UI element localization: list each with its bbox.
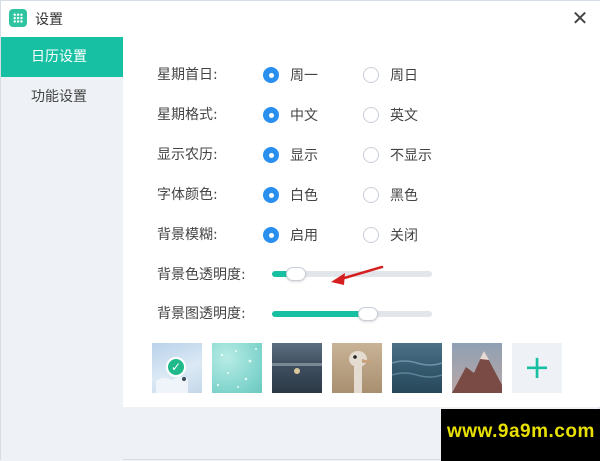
week-format-label: 星期格式: — [157, 107, 218, 123]
radio-english[interactable]: 英文 — [363, 105, 418, 125]
add-background-button[interactable]: + — [512, 343, 562, 393]
radio-unchecked-icon — [363, 147, 379, 163]
lunar-row: 显示农历: 显示 不显示 — [123, 142, 600, 166]
radio-blur-off[interactable]: 关闭 — [363, 225, 418, 245]
radio-black[interactable]: 黑色 — [363, 185, 418, 205]
background-thumb-winter-bird[interactable]: ✓ — [152, 343, 202, 393]
bg-color-opacity-slider[interactable] — [272, 267, 432, 281]
background-thumb-water-drops[interactable] — [212, 343, 262, 393]
radio-unchecked-icon — [363, 187, 379, 203]
radio-show-lunar[interactable]: 显示 — [263, 145, 318, 165]
slider-thumb[interactable] — [286, 267, 306, 281]
settings-window: 设置 ✕ 日历设置 功能设置 星期首日: 周一 周日 星期格式: 中文 英文 显… — [0, 0, 600, 461]
radio-white[interactable]: 白色 — [263, 185, 318, 205]
bg-image-opacity-label: 背景图透明度: — [157, 306, 246, 322]
sidebar: 日历设置 功能设置 — [1, 37, 123, 461]
bg-blur-label: 背景模糊: — [157, 227, 218, 243]
radio-monday[interactable]: 周一 — [263, 65, 318, 85]
slider-thumb[interactable] — [358, 307, 378, 321]
sidebar-item-calendar-settings[interactable]: 日历设置 — [1, 37, 123, 77]
bg-blur-row: 背景模糊: 启用 关闭 — [123, 222, 600, 246]
radio-unchecked-icon — [363, 67, 379, 83]
close-button[interactable]: ✕ — [569, 7, 591, 29]
background-thumb-mountain-peak[interactable] — [452, 343, 502, 393]
radio-hide-lunar[interactable]: 不显示 — [363, 145, 432, 165]
radio-checked-icon — [263, 67, 279, 83]
settings-panel: 星期首日: 周一 周日 星期格式: 中文 英文 显示农历: 显示 不显示 字体颜… — [123, 37, 600, 407]
watermark: www.9a9m.com — [441, 409, 600, 461]
sidebar-item-function-settings[interactable]: 功能设置 — [1, 77, 123, 117]
bg-image-opacity-slider[interactable] — [272, 307, 432, 321]
check-icon: ✓ — [166, 357, 186, 377]
radio-sunday[interactable]: 周日 — [363, 65, 418, 85]
week-start-row: 星期首日: 周一 周日 — [123, 62, 600, 86]
slider-fill — [272, 311, 368, 317]
radio-unchecked-icon — [363, 227, 379, 243]
window-title: 设置 — [35, 12, 63, 28]
radio-blur-on[interactable]: 启用 — [263, 225, 318, 245]
lunar-label: 显示农历: — [157, 147, 218, 163]
bg-image-opacity-row: 背景图透明度: — [123, 301, 600, 325]
font-color-row: 字体颜色: 白色 黑色 — [123, 182, 600, 206]
radio-checked-icon — [263, 227, 279, 243]
week-format-row: 星期格式: 中文 英文 — [123, 102, 600, 126]
radio-checked-icon — [263, 187, 279, 203]
radio-checked-icon — [263, 107, 279, 123]
font-color-label: 字体颜色: — [157, 187, 218, 203]
radio-unchecked-icon — [363, 107, 379, 123]
bg-color-opacity-row: 背景色透明度: — [123, 262, 600, 286]
week-start-label: 星期首日: — [157, 67, 218, 83]
radio-checked-icon — [263, 147, 279, 163]
bg-color-opacity-label: 背景色透明度: — [157, 267, 246, 283]
background-thumb-sea-waves[interactable] — [392, 343, 442, 393]
radio-chinese[interactable]: 中文 — [263, 105, 318, 125]
title-bar: 设置 ✕ — [1, 1, 600, 37]
calendar-app-icon — [9, 9, 27, 27]
background-thumbnails: ✓ + — [152, 343, 572, 393]
background-thumb-ostrich[interactable] — [332, 343, 382, 393]
background-thumb-dusk-lake[interactable] — [272, 343, 322, 393]
